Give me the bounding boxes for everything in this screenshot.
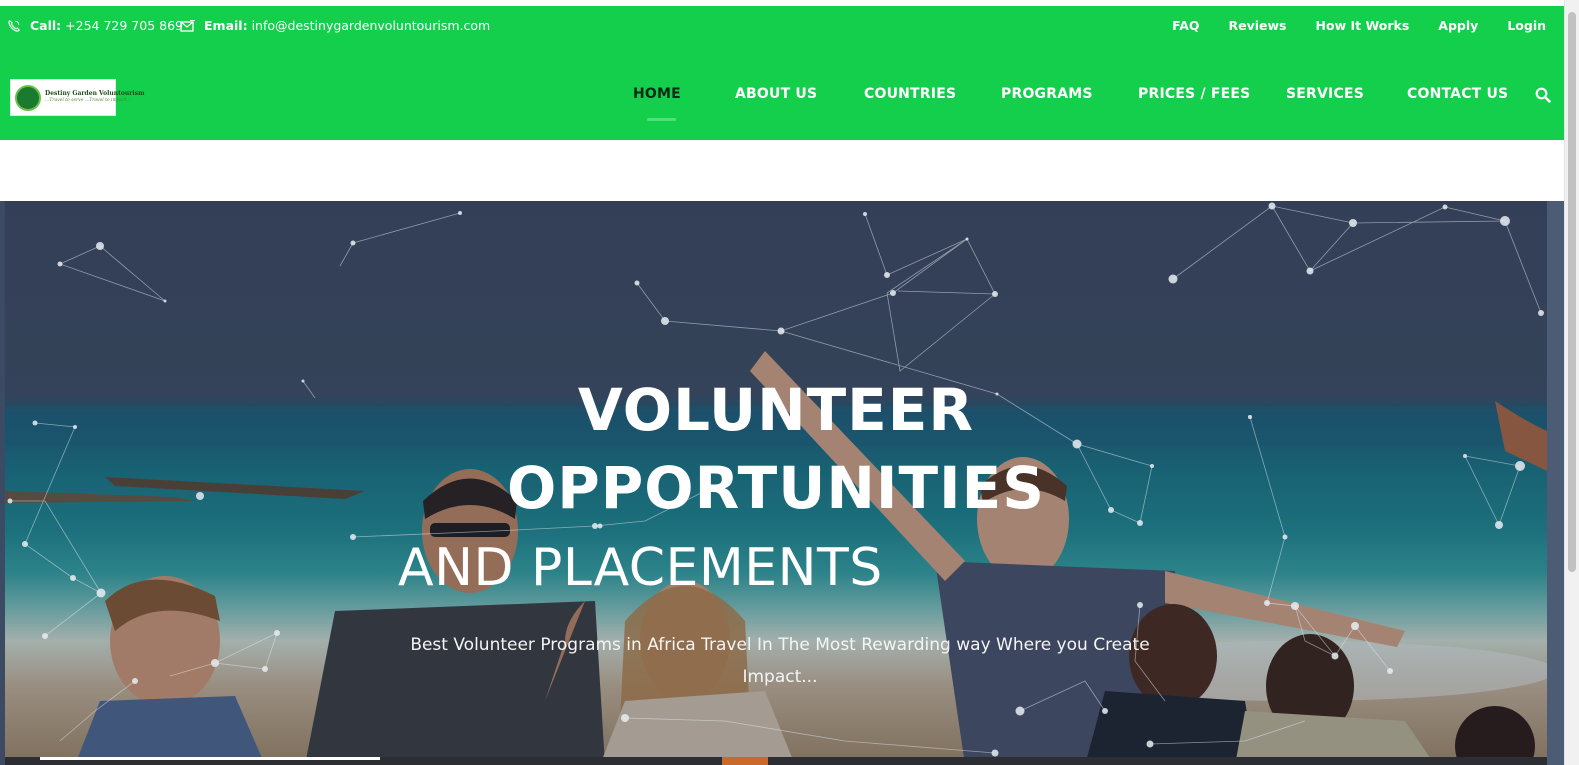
hero-right-edge (1547, 201, 1564, 765)
hero-title-line-3: AND PLACEMENTS (398, 538, 883, 598)
email-label: Email: (204, 18, 248, 33)
nav-contact-us[interactable]: CONTACT US (1407, 86, 1508, 102)
page: Call: +254 729 705 869 Email: info@desti… (0, 0, 1579, 765)
email-address: info@destinygardenvoluntourism.com (251, 18, 491, 33)
phone-label: Call: (30, 18, 62, 33)
slider-indicator[interactable] (722, 757, 768, 765)
link-apply[interactable]: Apply (1438, 18, 1478, 33)
hero-title-line-2: OPPORTUNITIES (506, 454, 1045, 522)
nav-about-us[interactable]: ABOUT US (735, 86, 817, 102)
phone-icon (8, 19, 21, 32)
active-nav-indicator (647, 118, 676, 121)
link-reviews[interactable]: Reviews (1229, 18, 1287, 33)
nav-prices-fees[interactable]: PRICES / FEES (1138, 86, 1250, 102)
scrollbar-thumb[interactable] (1568, 12, 1576, 572)
search-icon[interactable] (1535, 87, 1551, 103)
hero-banner: VOLUNTEER OPPORTUNITIES AND PLACEMENTS B… (5, 201, 1547, 765)
hero-title-line-1: VOLUNTEER (577, 376, 975, 444)
phone-number: +254 729 705 869 (65, 18, 184, 33)
hero-subtitle: Best Volunteer Programs in Africa Travel… (410, 635, 1150, 687)
link-faq[interactable]: FAQ (1172, 18, 1199, 33)
nav-services[interactable]: SERVICES (1286, 86, 1364, 102)
link-login[interactable]: Login (1507, 18, 1546, 33)
nav-home[interactable]: HOME (633, 86, 681, 102)
envelope-icon (180, 19, 195, 32)
nav-countries[interactable]: COUNTRIES (864, 86, 956, 102)
link-how-it-works[interactable]: How It Works (1316, 18, 1410, 33)
site-header: Call: +254 729 705 869 Email: info@desti… (0, 6, 1564, 140)
phone-contact[interactable]: Call: +254 729 705 869 (6, 18, 183, 33)
page-scrollbar[interactable] (1564, 0, 1579, 765)
nav-programs[interactable]: PROGRAMS (1001, 86, 1093, 102)
slider-progress-bar (40, 757, 380, 760)
main-navigation: HOME ABOUT US COUNTRIES PROGRAMS PRICES … (0, 86, 1564, 106)
email-contact[interactable]: Email: info@destinygardenvoluntourism.co… (180, 18, 490, 33)
utility-links: FAQ Reviews How It Works Apply Login (1172, 18, 1546, 33)
